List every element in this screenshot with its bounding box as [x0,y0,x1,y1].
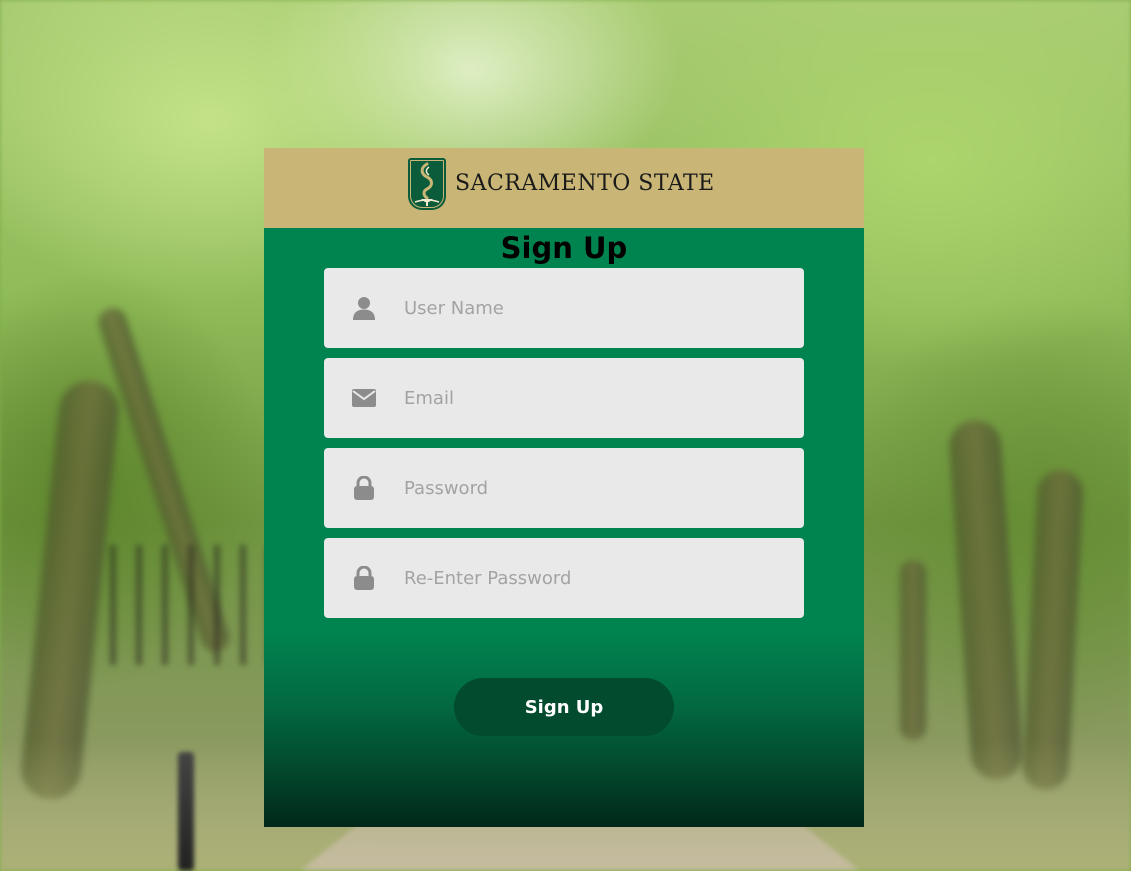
email-input[interactable] [404,358,784,438]
signup-card: SACRAMENTO STATE Sign Up User Name Email… [264,148,864,827]
confirm-password-field[interactable] [324,538,804,618]
username-field[interactable] [324,268,804,348]
lock-icon [352,476,376,500]
lock-icon [352,566,376,590]
envelope-icon [352,386,376,410]
username-input[interactable] [404,268,784,348]
password-input[interactable] [404,448,784,528]
password-field[interactable] [324,448,804,528]
page-title: Sign Up [500,231,628,265]
sign-up-button[interactable]: Sign Up [454,678,674,736]
email-field[interactable] [324,358,804,438]
user-icon [352,296,376,320]
sacramento-state-logo: SACRAMENTO STATE [408,157,715,211]
card-header: SACRAMENTO STATE [264,148,864,228]
logo-wordmark: SACRAMENTO STATE [455,171,715,196]
confirm-password-input[interactable] [404,538,784,618]
torch-logo-icon [408,158,446,210]
